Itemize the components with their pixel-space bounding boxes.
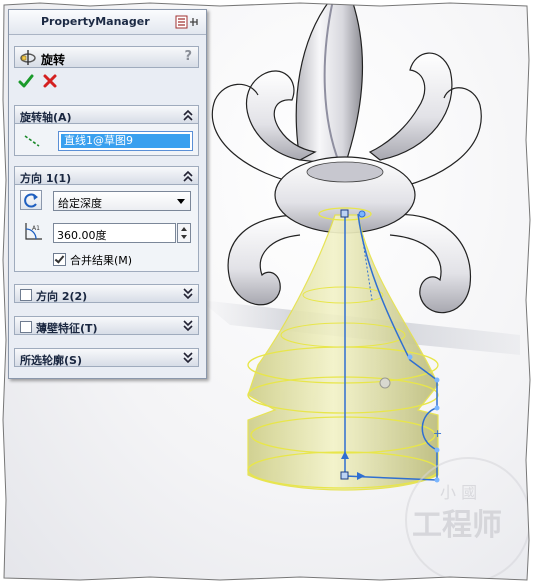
axis-section-label: 旋转轴(A) <box>20 111 72 124</box>
property-manager-title: PropertyManager <box>41 15 150 28</box>
direction2-section-label: 方向 2(2) <box>36 290 88 303</box>
help-icon[interactable]: ? <box>184 49 192 64</box>
merge-result-checkbox[interactable] <box>53 253 66 266</box>
chevron-down-icon[interactable] <box>183 320 193 332</box>
chevron-up-icon[interactable] <box>183 170 193 182</box>
selected-contours-section-label: 所选轮廓(S) <box>20 354 82 367</box>
sketch-line-icon <box>24 135 40 147</box>
direction1-section-body: 给定深度 A1 360.00度 合并结果(M) <box>14 185 199 272</box>
svg-text:+: + <box>433 427 442 440</box>
direction2-section-header[interactable]: 方向 2(2) <box>14 284 199 303</box>
revolve-icon <box>20 50 36 65</box>
direction1-section-header[interactable]: 方向 1(1) <box>14 166 199 185</box>
solidworks-window: + 小 國 工程师 PropertyManager 旋转 ? 旋转轴(A) 直线… <box>0 0 533 585</box>
chevron-down-icon[interactable] <box>183 288 193 300</box>
sketch-point <box>340 209 349 218</box>
axis-selection-box[interactable]: 直线1@草图9 <box>58 131 193 151</box>
rotation-center <box>379 377 391 389</box>
end-condition-value: 给定深度 <box>58 197 102 210</box>
svg-text:A1: A1 <box>32 225 40 232</box>
watermark-line1: 小 國 <box>440 483 477 502</box>
feature-name: 旋转 <box>41 53 66 67</box>
selected-contours-section-header[interactable]: 所选轮廓(S) <box>14 348 199 367</box>
end-condition-dropdown[interactable]: 给定深度 <box>53 191 191 211</box>
direction2-checkbox[interactable] <box>20 289 32 301</box>
watermark-seal: 小 國 工程师 <box>405 457 531 583</box>
spin-down-icon[interactable] <box>181 235 187 239</box>
axis-section: 旋转轴(A) 直线1@草图9 <box>14 105 199 156</box>
cancel-x-icon[interactable] <box>42 73 58 89</box>
reverse-direction-icon <box>24 193 38 208</box>
sketch-point <box>340 471 349 480</box>
axis-section-body: 直线1@草图9 <box>14 124 199 156</box>
property-manager-tab[interactable]: PropertyManager <box>9 10 206 35</box>
feature-header: 旋转 ? <box>14 46 199 68</box>
property-manager: PropertyManager 旋转 ? 旋转轴(A) 直线1@草图9 方向 1… <box>8 9 207 379</box>
angle-value: 360.00度 <box>57 229 107 242</box>
chevron-up-icon[interactable] <box>183 109 193 121</box>
axis-section-header[interactable]: 旋转轴(A) <box>14 105 199 124</box>
thin-feature-section-header[interactable]: 薄壁特征(T) <box>14 316 199 335</box>
direction1-section-label: 方向 1(1) <box>20 172 72 185</box>
right-petal <box>368 52 453 161</box>
spin-up-icon[interactable] <box>181 227 187 231</box>
angle-spinner[interactable] <box>177 223 191 243</box>
chevron-down-icon[interactable] <box>183 352 193 364</box>
thin-feature-section: 薄壁特征(T) <box>14 316 199 335</box>
merge-result-label: 合并结果(M) <box>70 254 133 267</box>
direction1-section: 方向 1(1) 给定深度 A1 360.00度 合并结果(M) <box>14 166 199 276</box>
selected-contours-section: 所选轮廓(S) <box>14 348 199 367</box>
angle-icon: A1 <box>25 223 42 240</box>
dropdown-arrow-icon <box>177 199 185 204</box>
thin-feature-section-label: 薄壁特征(T) <box>36 322 98 335</box>
angle-input[interactable]: 360.00度 <box>53 223 176 243</box>
axis-selection-value: 直线1@草图9 <box>61 134 190 148</box>
ok-checkmark-icon[interactable] <box>18 73 34 89</box>
thin-feature-checkbox[interactable] <box>20 321 32 333</box>
reverse-direction-button[interactable] <box>20 190 42 210</box>
watermark-line2: 工程师 <box>412 508 502 543</box>
direction2-section: 方向 2(2) <box>14 284 199 303</box>
pin-icon[interactable] <box>175 15 201 29</box>
